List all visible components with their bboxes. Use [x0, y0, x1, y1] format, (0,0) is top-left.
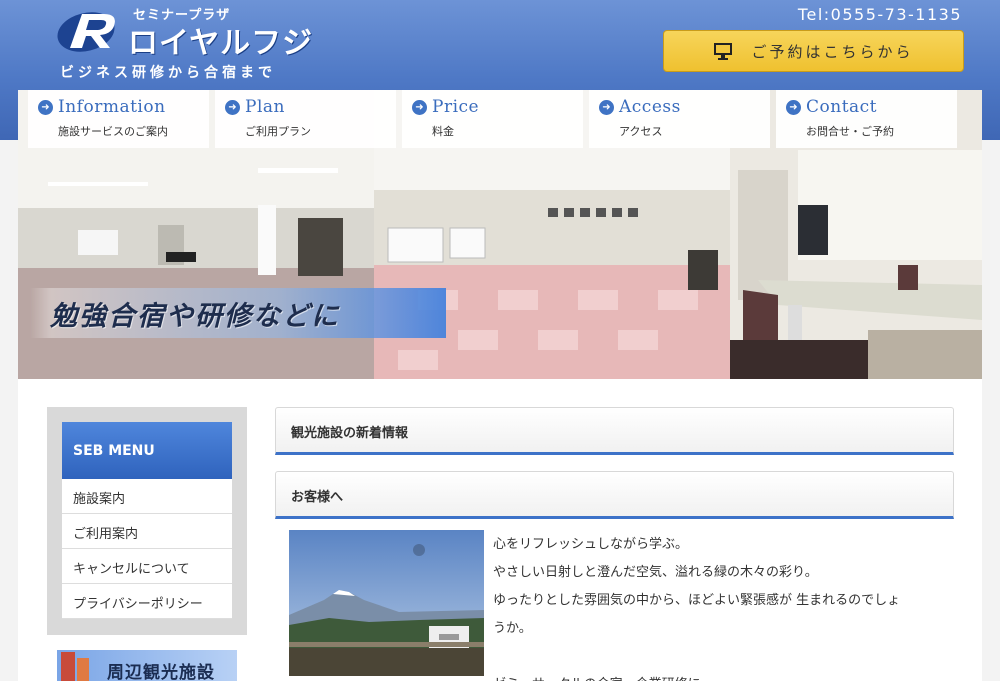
article-line: うか。: [493, 621, 532, 636]
sidebar-item-privacy[interactable]: プライバシーポリシー: [62, 584, 232, 619]
nav-item-en-label: Plan: [245, 97, 285, 117]
sightseeing-banner[interactable]: 周辺観光施設: [57, 650, 237, 681]
arrow-right-icon: ➜: [786, 99, 801, 115]
nav-item-jp-label: お問合せ・ご予約: [806, 125, 894, 138]
section-heading-guests: お客様へ: [275, 471, 954, 519]
nav-item-plan[interactable]: ➜ Plan ご利用プラン: [215, 90, 396, 148]
nav-item-en-label: Access: [619, 97, 681, 117]
building-icon: [61, 652, 89, 681]
sidebar-item-usage[interactable]: ご利用案内: [62, 514, 232, 549]
article-line: [493, 643, 963, 671]
hero-banner: ➜ Information 施設サービスのご案内 ➜ Plan ご利用プラン ➜ Pr…: [18, 90, 982, 379]
sidebar-item-facility[interactable]: 施設案内: [62, 479, 232, 514]
nav-item-jp-label: ご利用プラン: [245, 125, 311, 138]
sidebar-menu: SEB MENU 施設案内 ご利用案内 キャンセルについて プライバシーポリシー: [47, 407, 247, 635]
sightseeing-banner-label: 周辺観光施設: [107, 663, 215, 681]
sidebar-list: 施設案内 ご利用案内 キャンセルについて プライバシーポリシー: [62, 479, 232, 619]
hero-caption-band: 勉強合宿や研修などに: [30, 288, 446, 338]
sidebar-item-cancel[interactable]: キャンセルについて: [62, 549, 232, 584]
arrow-right-icon: ➜: [599, 99, 614, 115]
section-heading-news: 観光施設の新着情報: [275, 407, 954, 455]
mount-fuji-photo: [289, 530, 484, 676]
nav-item-contact[interactable]: ➜ Contact お問合せ・ご予約: [776, 90, 957, 148]
phone-number: Tel:0555-73-1135: [797, 5, 962, 24]
nav-item-en-label: Information: [58, 97, 166, 117]
nav-item-en-label: Price: [432, 97, 480, 117]
nav-item-jp-label: 料金: [432, 125, 454, 138]
nav-item-jp-label: アクセス: [619, 125, 663, 138]
sidebar-header: SEB MENU: [62, 422, 232, 479]
welcome-article: 心をリフレッシュしながら学ぶ。 やさしい日射しと澄んだ空気、溢れる緑の木々の彩り…: [493, 531, 963, 681]
sidebar-title: SEB MENU: [73, 442, 155, 459]
main-nav: ➜ Information 施設サービスのご案内 ➜ Plan ご利用プラン ➜ Pr…: [28, 90, 974, 148]
nav-item-access[interactable]: ➜ Access アクセス: [589, 90, 770, 148]
arrow-right-icon: ➜: [412, 99, 427, 115]
reservation-label: ご予約はこちらから: [751, 42, 914, 61]
logo-tagline: ビジネス研修から合宿まで: [60, 65, 276, 81]
nav-item-price[interactable]: ➜ Price 料金: [402, 90, 583, 148]
logo-title[interactable]: ロイヤルフジ: [128, 18, 313, 62]
monitor-icon: [714, 43, 733, 60]
article-line: ゆったりとした雰囲気の中から、ほどよい緊張感が 生まれるのでしょ: [493, 593, 901, 608]
nav-item-information[interactable]: ➜ Information 施設サービスのご案内: [28, 90, 209, 148]
article-line: やさしい日射しと澄んだ空気、溢れる緑の木々の彩り。: [493, 565, 818, 580]
arrow-right-icon: ➜: [225, 99, 240, 115]
reservation-button[interactable]: ご予約はこちらから: [663, 30, 964, 72]
nav-item-en-label: Contact: [806, 97, 878, 117]
hero-caption: 勉強合宿や研修などに: [50, 300, 340, 332]
logo-r-icon[interactable]: [56, 6, 126, 54]
article-line: ゼミ、サークルの合宿、企業研修に: [493, 671, 963, 681]
nav-item-jp-label: 施設サービスのご案内: [58, 125, 168, 138]
article-line: 心をリフレッシュしながら学ぶ。: [493, 537, 689, 552]
arrow-right-icon: ➜: [38, 99, 53, 115]
